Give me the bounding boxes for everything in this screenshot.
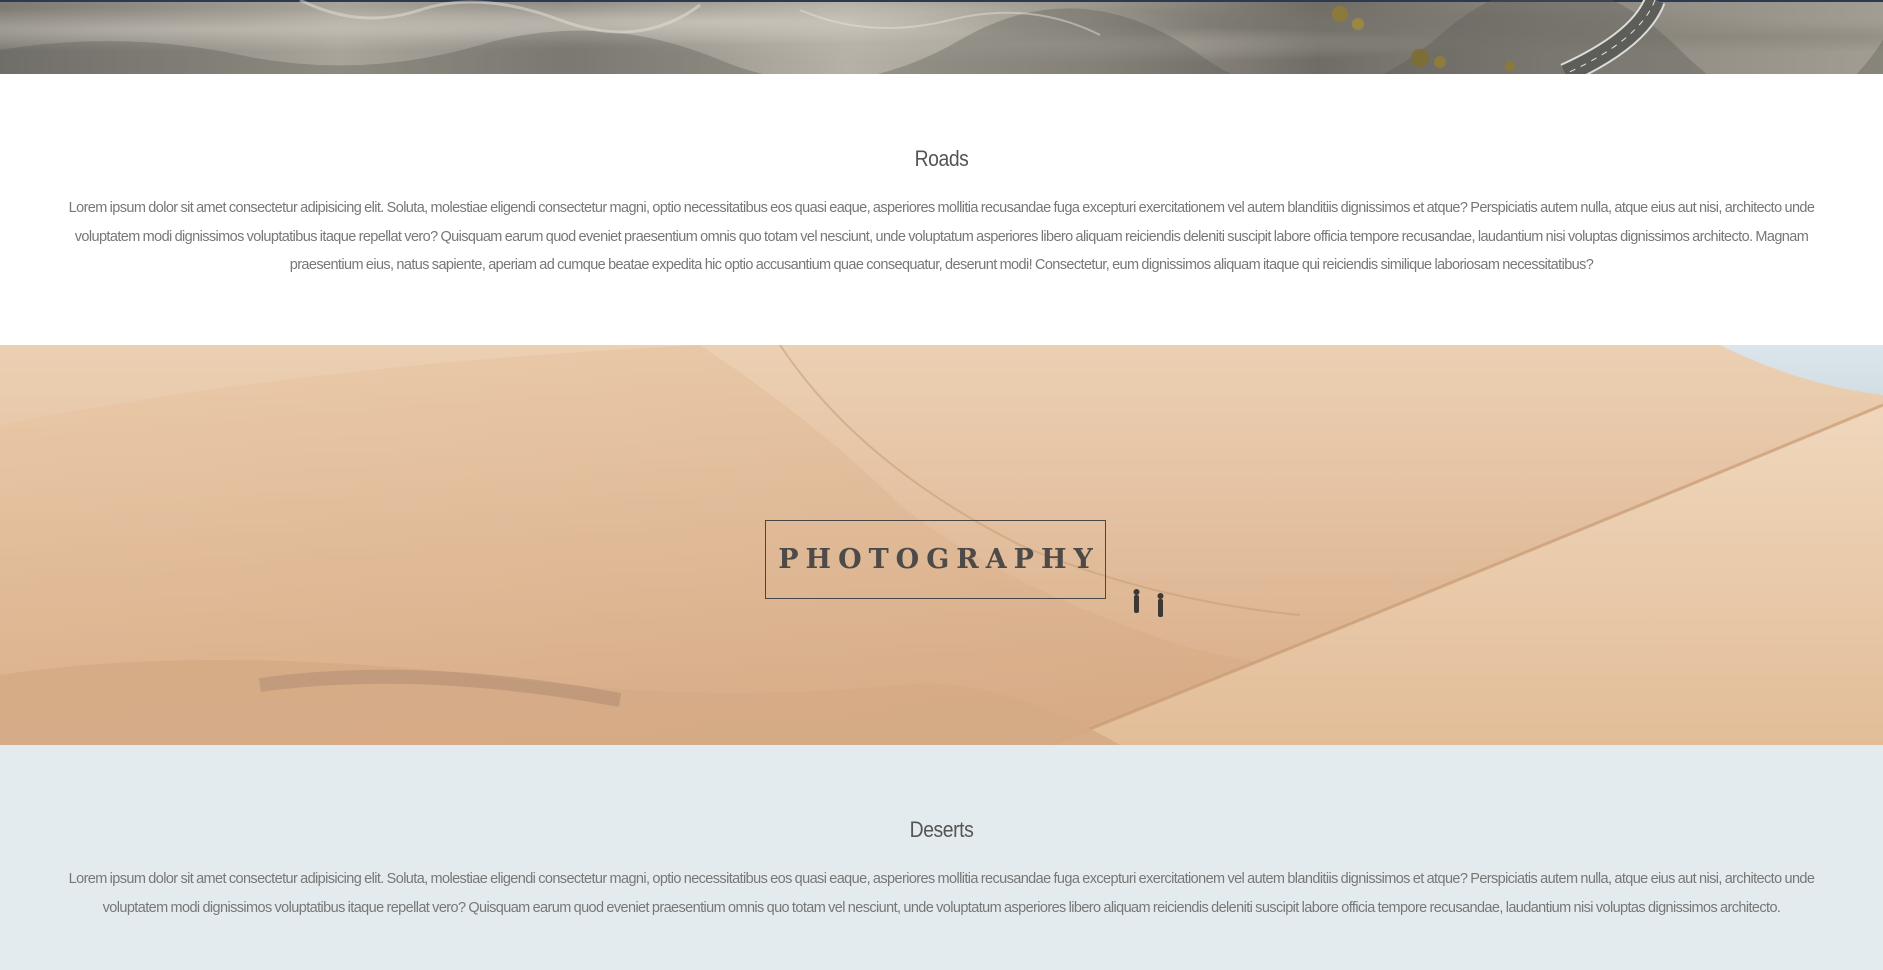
deserts-hero-image: PHOTOGRAPHY xyxy=(0,345,1883,745)
cliff-road-illustration xyxy=(0,0,1883,74)
photography-label-box: PHOTOGRAPHY xyxy=(765,520,1106,599)
roads-body-text: Lorem ipsum dolor sit amet consectetur a… xyxy=(68,200,1815,273)
deserts-body-text: Lorem ipsum dolor sit amet consectetur a… xyxy=(68,871,1815,916)
roads-banner-image xyxy=(0,0,1883,74)
photography-label: PHOTOGRAPHY xyxy=(778,544,1100,575)
deserts-heading: Deserts xyxy=(909,817,974,842)
roads-section: Roads Lorem ipsum dolor sit amet consect… xyxy=(0,74,1883,345)
roads-heading: Roads xyxy=(914,146,969,171)
deserts-section: Deserts Lorem ipsum dolor sit amet conse… xyxy=(0,745,1883,970)
